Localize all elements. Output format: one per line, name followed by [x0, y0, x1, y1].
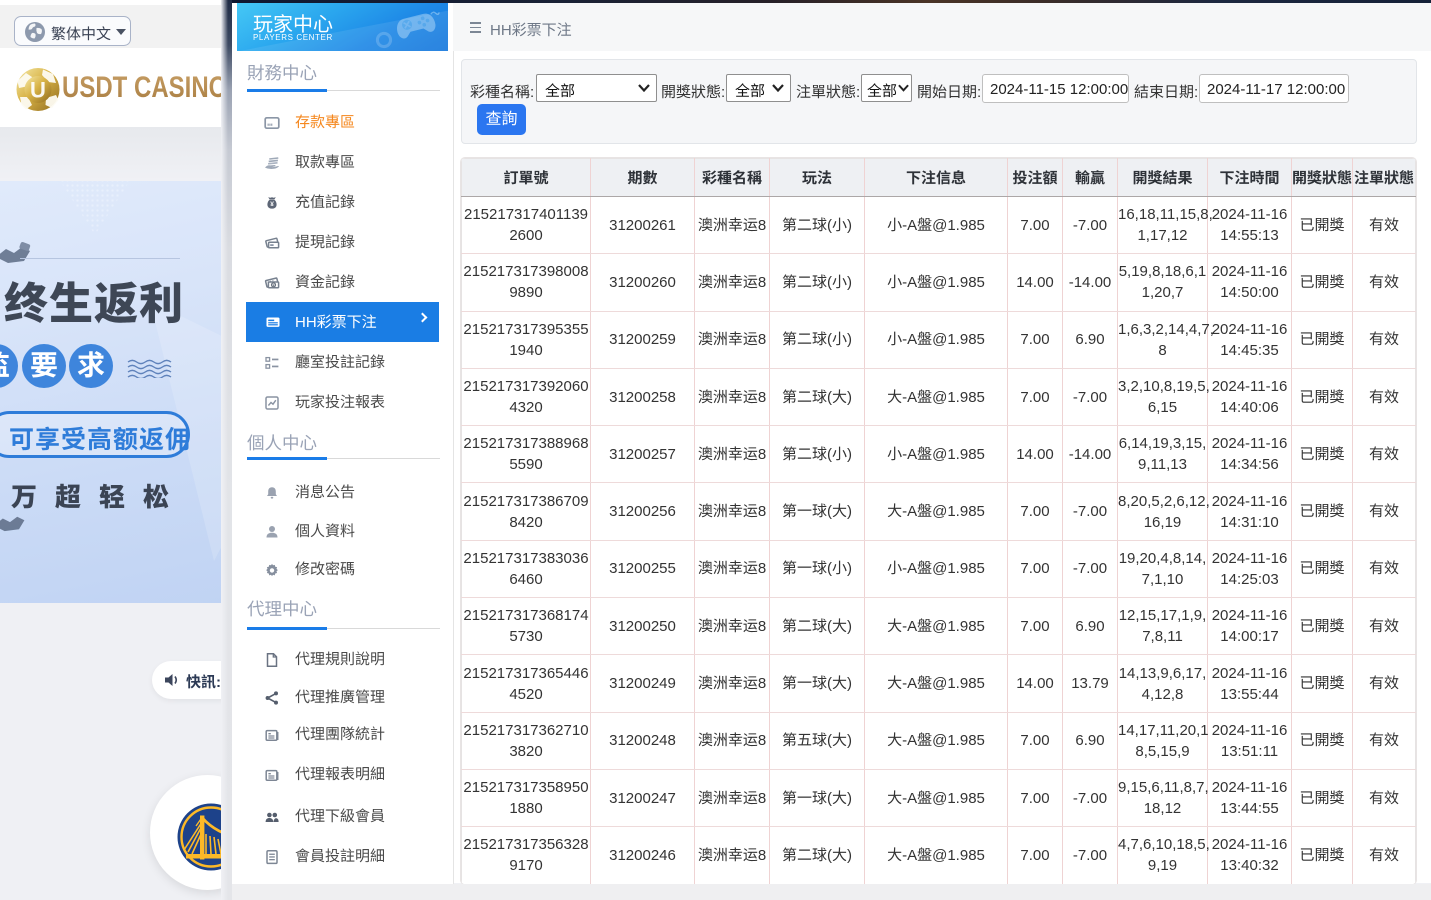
svg-text:¥: ¥: [270, 201, 274, 208]
svg-text:U: U: [30, 78, 46, 103]
